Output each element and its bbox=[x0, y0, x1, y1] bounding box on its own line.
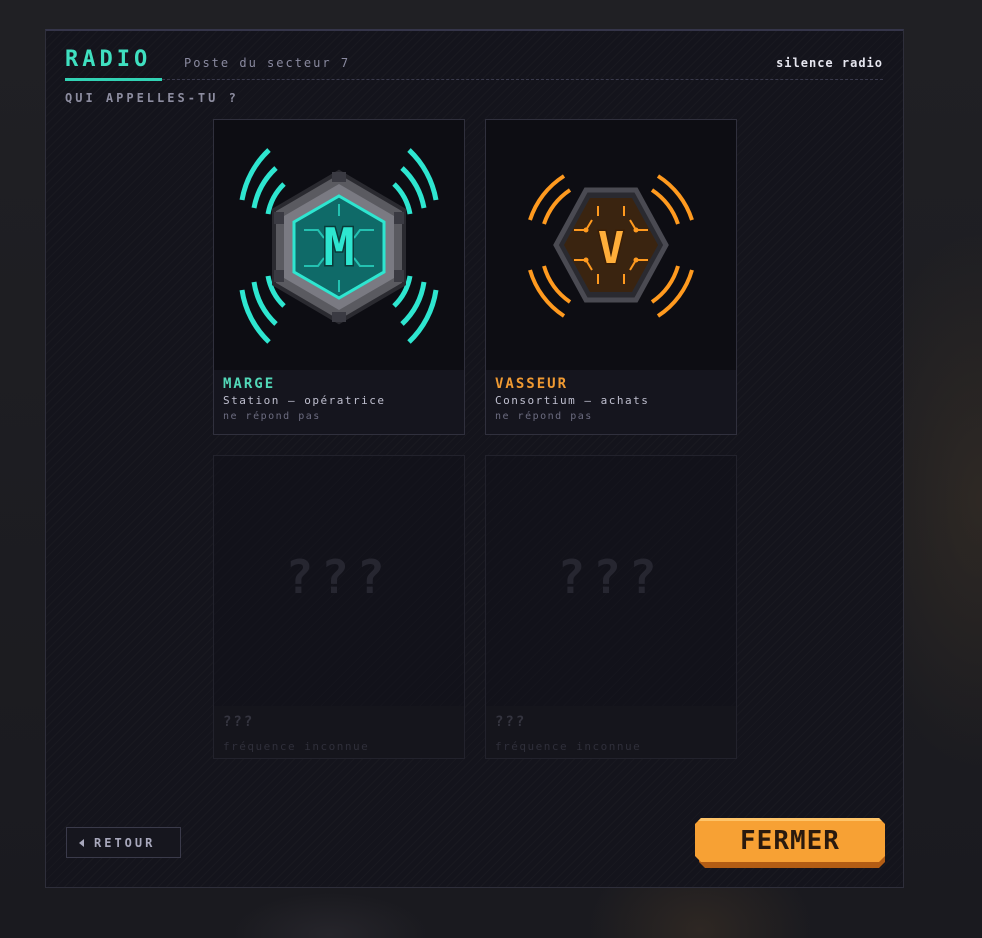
contact-info: VASSEUR Consortium — achats ne répond pa… bbox=[486, 370, 736, 434]
contact-info: ??? fréquence inconnue bbox=[214, 706, 464, 758]
contact-name: MARGE bbox=[223, 376, 276, 392]
call-prompt: QUI APPELLES-TU ? bbox=[65, 91, 239, 105]
marge-emblem-icon: M bbox=[239, 148, 439, 344]
contact-status: ne répond pas bbox=[495, 411, 593, 422]
header-divider bbox=[162, 79, 883, 80]
contact-name: ??? bbox=[495, 714, 527, 730]
title-underline bbox=[65, 78, 162, 81]
unknown-portrait: ??? bbox=[557, 550, 665, 604]
contact-name: ??? bbox=[223, 714, 255, 730]
contact-info: MARGE Station — opératrice ne répond pas bbox=[214, 370, 464, 434]
contact-info: ??? fréquence inconnue bbox=[486, 706, 736, 758]
contact-role: Station — opératrice bbox=[223, 394, 386, 407]
contact-status: fréquence inconnue bbox=[223, 740, 370, 753]
vasseur-emblem-icon: V bbox=[528, 174, 694, 318]
back-button-label: RETOUR bbox=[94, 835, 156, 850]
close-button-label: FERMER bbox=[740, 826, 840, 856]
svg-text:V: V bbox=[598, 223, 625, 274]
contact-status: fréquence inconnue bbox=[495, 740, 642, 753]
contact-card-vasseur[interactable]: V VASSEUR Consortium — achats ne répond … bbox=[485, 119, 737, 435]
back-button[interactable]: RETOUR bbox=[66, 827, 181, 858]
contact-card-marge[interactable]: M MARGE Station — opératrice ne répond p… bbox=[213, 119, 465, 435]
contact-card-locked: ??? ??? fréquence inconnue bbox=[213, 455, 465, 759]
svg-text:M: M bbox=[323, 218, 354, 278]
contact-card-locked: ??? ??? fréquence inconnue bbox=[485, 455, 737, 759]
panel-title: RADIO bbox=[65, 47, 152, 72]
radio-status: silence radio bbox=[776, 56, 883, 70]
unknown-portrait: ??? bbox=[285, 550, 393, 604]
contact-name: VASSEUR bbox=[495, 376, 569, 392]
contact-status: ne répond pas bbox=[223, 411, 321, 422]
panel-subtitle: Poste du secteur 7 bbox=[184, 56, 351, 70]
close-button[interactable]: FERMER bbox=[695, 818, 885, 868]
radio-panel: RADIO Poste du secteur 7 silence radio Q… bbox=[45, 29, 904, 888]
contact-role: Consortium — achats bbox=[495, 394, 650, 407]
chevron-left-icon bbox=[79, 838, 84, 847]
